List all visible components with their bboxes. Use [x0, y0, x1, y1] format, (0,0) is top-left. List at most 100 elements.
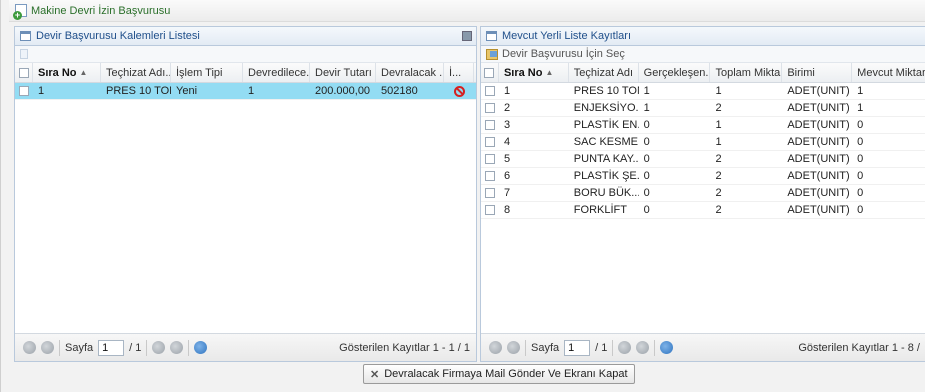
column-header-mevcut-miktar[interactable]: Mevcut Miktar — [852, 63, 925, 82]
table-row[interactable]: 4 SAC KESME... 0 1 ADET(UNIT) 0 — [481, 134, 925, 151]
cell-birimi: ADET(UNIT) — [787, 170, 850, 182]
last-page-icon[interactable] — [170, 341, 184, 354]
cell-techizat: PLASTİK EN... — [573, 119, 639, 131]
cell-gerceklesen: 0 — [643, 136, 650, 148]
column-header-devralacak[interactable]: Devralacak ... — [376, 63, 444, 82]
column-header-toplam-miktar[interactable]: Toplam Miktarı — [710, 63, 783, 82]
cell-mevcut-miktar: 1 — [857, 85, 864, 97]
column-header-devredilecek[interactable]: Devredilece... — [243, 63, 310, 82]
row-checkbox[interactable] — [481, 185, 499, 201]
page-label: Sayfa — [65, 341, 94, 354]
column-header-islem-tipi[interactable]: İşlem Tipi — [171, 63, 243, 82]
delete-row-button[interactable] — [444, 83, 474, 99]
divider — [59, 339, 60, 356]
cell-sira-no: 3 — [503, 119, 511, 131]
table-row[interactable]: 6 PLASTİK ŞE... 0 2 ADET(UNIT) 0 — [481, 168, 925, 185]
cell-techizat: PRES 10 TON — [106, 85, 171, 97]
panel-header: Mevcut Yerli Liste Kayıtları — [481, 27, 925, 46]
select-icon — [486, 48, 498, 60]
pager-info: Gösterilen Kayıtlar 1 - 8 / — [798, 341, 920, 354]
panel-subtoolbar: Devir Başvurusu İçin Seç — [481, 46, 925, 63]
devir-kalemleri-panel: Devir Başvurusu Kalemleri Listesi Sıra N… — [14, 26, 477, 362]
sort-asc-icon: ▲ — [545, 68, 554, 77]
next-page-icon[interactable] — [618, 341, 632, 354]
panel-subtoolbar — [15, 46, 476, 63]
cell-mevcut-miktar: 0 — [857, 136, 864, 148]
cell-techizat: BORU BÜK... — [573, 187, 639, 199]
cell-birimi: ADET(UNIT) — [787, 119, 850, 131]
next-page-icon[interactable] — [152, 341, 166, 354]
select-for-transfer-button[interactable]: Devir Başvurusu İçin Seç — [502, 48, 625, 60]
row-checkbox[interactable] — [481, 117, 499, 133]
cell-toplam-miktar: 2 — [715, 102, 722, 114]
close-icon: ✕ — [370, 368, 380, 381]
cell-devredilecek: 1 — [248, 85, 255, 97]
prev-page-icon[interactable] — [507, 341, 520, 354]
table-row[interactable]: 5 PUNTA KAY... 0 2 ADET(UNIT) 0 — [481, 151, 925, 168]
cell-sira-no: 8 — [503, 204, 511, 216]
page-number-input[interactable] — [564, 339, 591, 356]
last-page-icon[interactable] — [636, 341, 650, 354]
column-header-devir-tutari[interactable]: Devir Tutarı — [310, 63, 376, 82]
select-all-checkbox[interactable] — [481, 63, 499, 82]
page-number-input[interactable] — [98, 339, 125, 356]
divider — [525, 339, 526, 356]
grid-header: Sıra No ▲ Teçhizat Adı Gerçekleşen... Top… — [481, 63, 925, 83]
cell-mevcut-miktar: 0 — [857, 170, 864, 182]
panel-title: Devir Başvurusu Kalemleri Listesi — [36, 30, 200, 42]
row-checkbox[interactable] — [481, 83, 499, 99]
cell-gerceklesen: 0 — [643, 170, 650, 182]
table-row[interactable]: 8 FORKLİFT 0 2 ADET(UNIT) 0 — [481, 202, 925, 219]
row-checkbox[interactable] — [481, 100, 499, 116]
refresh-icon[interactable] — [194, 341, 208, 354]
send-mail-and-close-button[interactable]: ✕ Devralacak Firmaya Mail Gönder Ve Ekra… — [363, 364, 635, 384]
page-label: Sayfa — [531, 341, 560, 354]
delete-icon — [453, 85, 465, 97]
row-checkbox[interactable] — [481, 168, 499, 184]
column-header-sira-no[interactable]: Sıra No ▲ — [499, 63, 569, 82]
select-all-checkbox[interactable] — [15, 63, 33, 82]
cell-toplam-miktar: 1 — [715, 119, 722, 131]
row-checkbox[interactable] — [15, 83, 33, 99]
cell-techizat: FORKLİFT — [573, 204, 627, 216]
cell-toplam-miktar: 2 — [715, 187, 722, 199]
cell-gerceklesen: 0 — [643, 187, 650, 199]
collapse-icon[interactable] — [462, 31, 472, 41]
cell-devralacak: 502180 — [381, 85, 418, 97]
right-grid-body: 1 PRES 10 TON 1 1 ADET(UNIT) 1 2 ENJEKSİYO... 1 2… — [481, 83, 925, 219]
divider — [612, 339, 614, 356]
cell-toplam-miktar: 2 — [715, 153, 722, 165]
close-button-label: Devralacak Firmaya Mail Gönder Ve Ekranı… — [384, 368, 628, 380]
cell-sira-no: 5 — [503, 153, 511, 165]
cell-birimi: ADET(UNIT) — [787, 102, 850, 114]
table-row[interactable]: 1 PRES 10 TON Yeni 1 200.000,00 502180 — [15, 83, 476, 100]
first-page-icon[interactable] — [23, 341, 36, 354]
column-header-sira-no[interactable]: Sıra No ▲ — [33, 63, 101, 82]
makine-devri-button[interactable]: Makine Devri İzin Başvurusu — [13, 4, 170, 20]
prev-page-icon[interactable] — [41, 341, 54, 354]
table-row[interactable]: 7 BORU BÜK... 0 2 ADET(UNIT) 0 — [481, 185, 925, 202]
table-row[interactable]: 2 ENJEKSİYO... 1 2 ADET(UNIT) 1 — [481, 100, 925, 117]
page-total: / 1 — [595, 341, 608, 354]
column-header-techizat[interactable]: Teçhizat Adı... — [101, 63, 171, 82]
column-header-birimi[interactable]: Birimi — [782, 63, 853, 82]
cell-mevcut-miktar: 0 — [857, 204, 864, 216]
row-checkbox[interactable] — [481, 202, 499, 218]
refresh-icon[interactable] — [660, 341, 674, 354]
cell-gerceklesen: 0 — [643, 204, 650, 216]
table-row[interactable]: 3 PLASTİK EN... 0 1 ADET(UNIT) 0 — [481, 117, 925, 134]
first-page-icon[interactable] — [489, 341, 502, 354]
row-checkbox[interactable] — [481, 134, 499, 150]
row-checkbox[interactable] — [481, 151, 499, 167]
cell-gerceklesen: 0 — [643, 119, 650, 131]
application-window: Makine Devri İzin Başvurusu Devir Başvur… — [0, 0, 925, 392]
panel-header: Devir Başvurusu Kalemleri Listesi — [15, 27, 476, 46]
cell-mevcut-miktar: 0 — [857, 187, 864, 199]
column-header-islem[interactable]: İ... — [444, 63, 474, 82]
cell-techizat: SAC KESME... — [573, 136, 639, 148]
column-header-techizat[interactable]: Teçhizat Adı — [569, 63, 639, 82]
table-row[interactable]: 1 PRES 10 TON 1 1 ADET(UNIT) 1 — [481, 83, 925, 100]
left-pager: Sayfa / 1 Gösterilen Kayıtlar 1 - 1 / 1 — [15, 333, 476, 361]
cell-birimi: ADET(UNIT) — [787, 85, 850, 97]
column-header-gerceklesen[interactable]: Gerçekleşen... — [639, 63, 711, 82]
